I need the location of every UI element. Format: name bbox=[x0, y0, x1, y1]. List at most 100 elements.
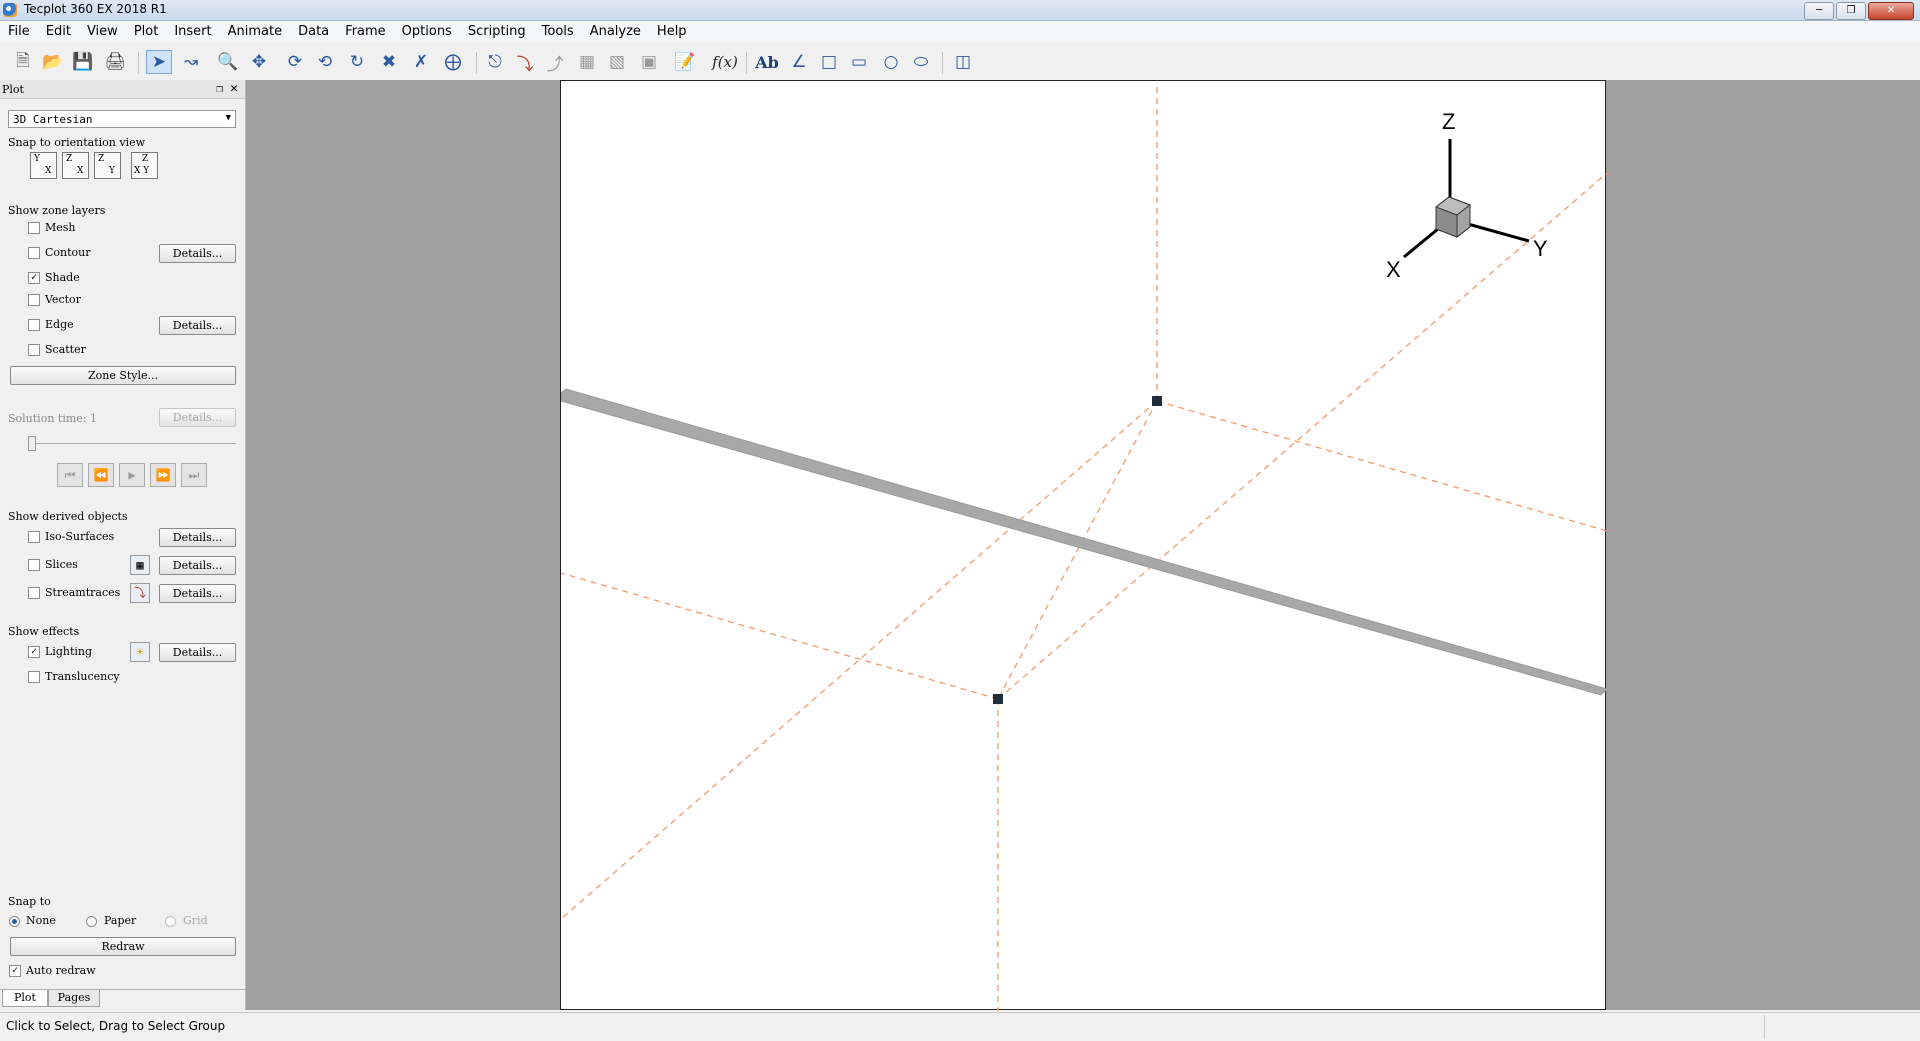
step-forward-icon[interactable]: ⏩ bbox=[150, 463, 176, 487]
redraw-button[interactable]: Redraw bbox=[10, 937, 236, 956]
square-icon[interactable]: □ bbox=[816, 50, 842, 74]
light-bulb-icon[interactable]: ☀ bbox=[130, 642, 150, 662]
shaded-zone-bar[interactable] bbox=[561, 388, 1607, 696]
rotate-twist-icon[interactable]: ✗ bbox=[408, 50, 434, 74]
snap-paper-radio[interactable] bbox=[86, 916, 97, 927]
snap-view-zx-button[interactable]: Z X bbox=[62, 152, 89, 179]
iso-surfaces-checkbox[interactable] bbox=[28, 531, 40, 543]
mesh-checkbox[interactable] bbox=[28, 222, 40, 234]
restore-button[interactable]: ❐ bbox=[1836, 2, 1866, 20]
plot-canvas: Z X Y bbox=[561, 87, 1607, 1011]
snap-none-radio[interactable] bbox=[9, 916, 20, 927]
lighting-details-button[interactable]: Details... bbox=[159, 643, 236, 662]
streamtraces-details-button[interactable]: Details... bbox=[159, 584, 236, 603]
axis-line bbox=[997, 400, 1158, 700]
translucency-checkbox[interactable] bbox=[28, 671, 40, 683]
skip-end-icon[interactable]: ⏭ bbox=[181, 463, 207, 487]
close-button[interactable]: ✕ bbox=[1868, 2, 1914, 20]
rotate-x-icon[interactable]: ⟳ bbox=[282, 50, 308, 74]
slice-tool-icon[interactable]: ▦ bbox=[130, 555, 150, 575]
edge-details-button[interactable]: Details... bbox=[159, 316, 236, 335]
solution-time-slider[interactable] bbox=[28, 436, 36, 451]
edge-label: Edge bbox=[45, 318, 74, 331]
print-icon[interactable]: 🖨 bbox=[102, 50, 128, 74]
skip-start-icon[interactable]: ⏮ bbox=[57, 463, 83, 487]
solution-time-details-button[interactable]: Details... bbox=[159, 408, 236, 427]
equation-icon[interactable]: f(x) bbox=[712, 50, 738, 74]
snap-view-yx-button[interactable]: Y X bbox=[30, 152, 57, 179]
snap-view-zxy-button[interactable]: Z X Y bbox=[131, 152, 158, 179]
menu-frame[interactable]: Frame bbox=[337, 21, 394, 43]
menu-scripting[interactable]: Scripting bbox=[460, 21, 534, 43]
shade-checkbox[interactable]: ✓ bbox=[28, 272, 40, 284]
minimize-button[interactable]: ─ bbox=[1804, 2, 1834, 20]
rotate-center-icon[interactable]: ⨁ bbox=[440, 50, 466, 74]
lighting-checkbox[interactable]: ✓ bbox=[28, 646, 40, 658]
open-file-icon[interactable]: 📂 bbox=[40, 50, 66, 74]
menu-edit[interactable]: Edit bbox=[38, 21, 79, 43]
auto-redraw-checkbox[interactable]: ✓ bbox=[9, 965, 21, 977]
axis-line bbox=[1156, 400, 1607, 532]
plot-frame[interactable]: Z X Y bbox=[560, 80, 1607, 1011]
snap-paper-label: Paper bbox=[104, 914, 137, 927]
rotate-y-icon[interactable]: ⟲ bbox=[312, 50, 338, 74]
menu-file[interactable]: File bbox=[0, 21, 38, 43]
contour-checkbox[interactable] bbox=[28, 247, 40, 259]
translate-icon[interactable]: ✥ bbox=[246, 50, 272, 74]
text-icon[interactable]: Ab bbox=[754, 50, 780, 74]
snap-view-zy-button[interactable]: Z Y bbox=[94, 152, 121, 179]
frame-link-icon[interactable]: ◫ bbox=[950, 50, 976, 74]
slices-details-button[interactable]: Details... bbox=[159, 556, 236, 575]
zoom-icon[interactable]: 🔍 bbox=[215, 50, 241, 74]
streamtrace-tool-icon[interactable]: ⤵ bbox=[130, 583, 150, 603]
menu-animate[interactable]: Animate bbox=[220, 21, 290, 43]
menu-view[interactable]: View bbox=[79, 21, 126, 43]
edge-checkbox[interactable] bbox=[28, 319, 40, 331]
slices-checkbox[interactable] bbox=[28, 559, 40, 571]
contour-details-button[interactable]: Details... bbox=[159, 244, 236, 263]
rotate-roll-icon[interactable]: ↻ bbox=[344, 50, 370, 74]
extract-icon[interactable]: ▣ bbox=[636, 50, 662, 74]
float-panel-icon[interactable]: ❐ bbox=[216, 82, 223, 95]
iso-surfaces-details-button[interactable]: Details... bbox=[159, 528, 236, 547]
step-back-icon[interactable]: ⏪ bbox=[88, 463, 114, 487]
vector-checkbox[interactable] bbox=[28, 294, 40, 306]
zone-style-button[interactable]: Zone Style... bbox=[10, 366, 236, 385]
tab-plot[interactable]: Plot bbox=[2, 990, 48, 1007]
tab-pages[interactable]: Pages bbox=[48, 990, 100, 1007]
slices-label: Slices bbox=[45, 558, 78, 571]
new-file-icon[interactable]: 🗎 bbox=[10, 50, 36, 74]
adjustor-icon[interactable]: ↝ bbox=[178, 50, 204, 74]
slice-icon[interactable]: ⤴ bbox=[542, 50, 568, 75]
menu-tools[interactable]: Tools bbox=[534, 21, 582, 43]
plot-type-select[interactable]: 3D Cartesian ▼ bbox=[8, 110, 236, 128]
scatter-checkbox[interactable] bbox=[28, 344, 40, 356]
status-bar: Click to Select, Drag to Select Group bbox=[0, 1012, 1920, 1041]
play-icon[interactable]: ▶ bbox=[119, 463, 145, 487]
anchor-marker[interactable] bbox=[1152, 396, 1162, 406]
menu-data[interactable]: Data bbox=[290, 21, 337, 43]
ellipse-icon[interactable]: ⬭ bbox=[908, 50, 934, 74]
contour-remove-icon[interactable]: ▧ bbox=[604, 50, 630, 74]
close-panel-icon[interactable]: ✕ bbox=[230, 81, 238, 96]
main-toolbar: 🗎 📂 💾 🖨 ➤ ↝ 🔍 ✥ ⟳ ⟲ ↻ ✖ ✗ ⨁ ⎋ ⤵ ⤴ ▦ ▧ ▣ … bbox=[0, 44, 1920, 81]
menu-plot[interactable]: Plot bbox=[126, 21, 167, 43]
snap-grid-radio[interactable] bbox=[165, 916, 176, 927]
streamtrace-icon[interactable]: ⤵ bbox=[512, 50, 538, 75]
menu-help[interactable]: Help bbox=[649, 21, 695, 43]
select-arrow-icon[interactable]: ➤ bbox=[146, 50, 172, 74]
circle-icon[interactable]: ○ bbox=[878, 50, 904, 74]
anchor-marker[interactable] bbox=[993, 694, 1003, 704]
rotate-spherical-icon[interactable]: ✖ bbox=[376, 50, 402, 74]
data-workbench-icon[interactable]: 📝 bbox=[672, 50, 698, 74]
rectangle-icon[interactable]: ▭ bbox=[846, 50, 872, 74]
streamtraces-checkbox[interactable] bbox=[28, 587, 40, 599]
menu-options[interactable]: Options bbox=[394, 21, 460, 43]
contour-add-icon[interactable]: ▦ bbox=[574, 50, 600, 74]
snap-to-label: Snap to bbox=[8, 895, 51, 908]
polyline-icon[interactable]: ∠ bbox=[786, 50, 812, 74]
menu-analyze[interactable]: Analyze bbox=[582, 21, 649, 43]
probe-icon[interactable]: ⎋ bbox=[482, 50, 508, 74]
save-icon[interactable]: 💾 bbox=[70, 50, 96, 74]
menu-insert[interactable]: Insert bbox=[166, 21, 219, 43]
